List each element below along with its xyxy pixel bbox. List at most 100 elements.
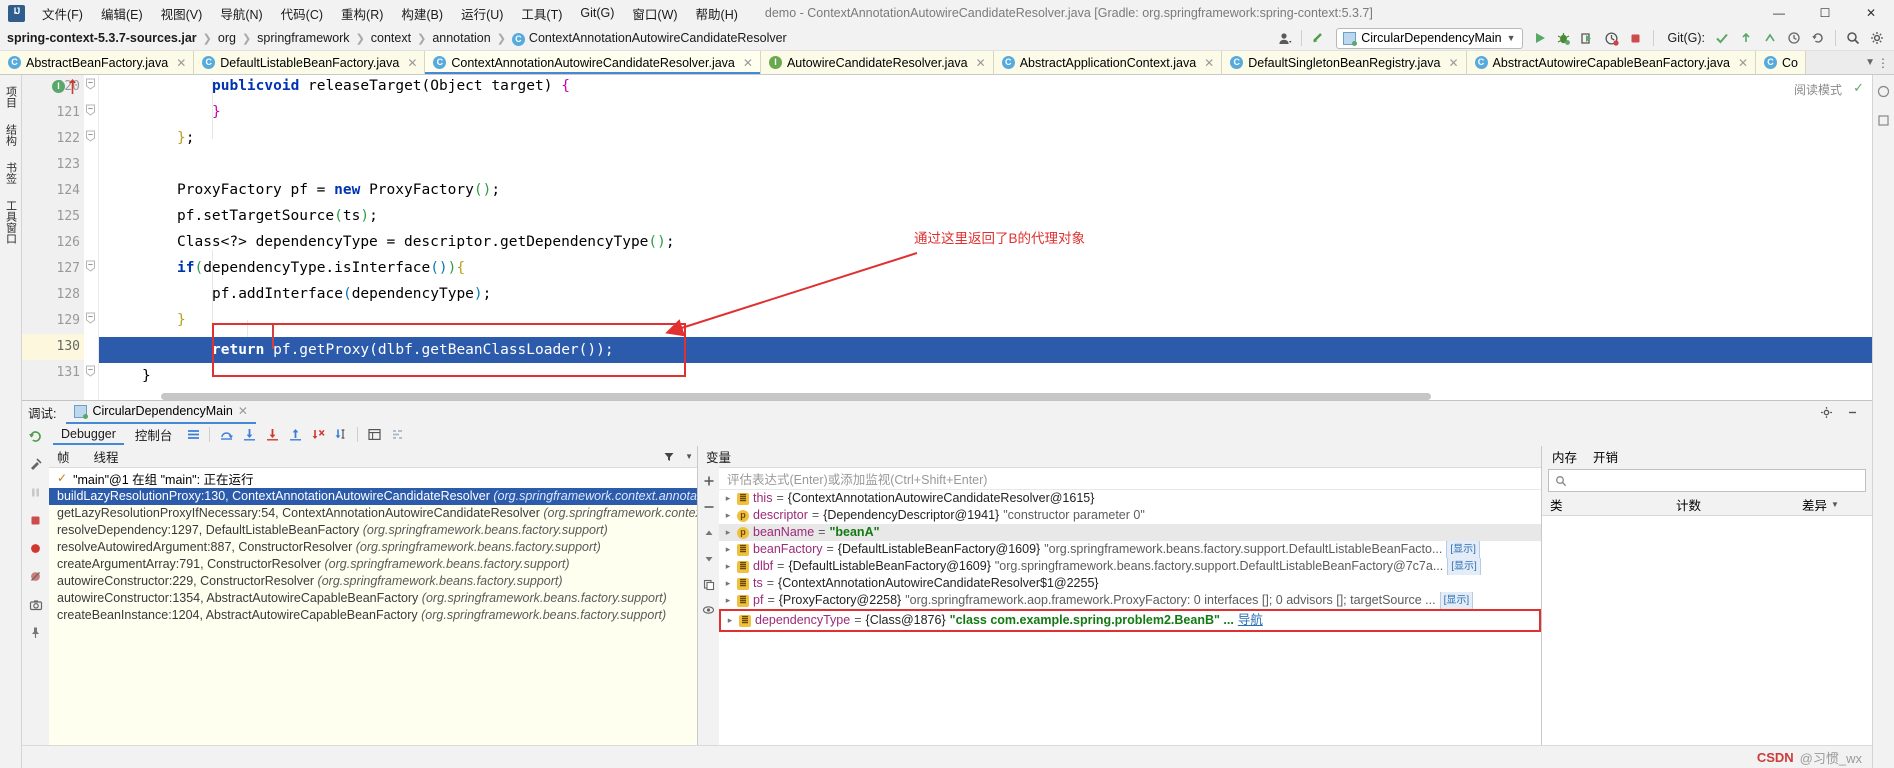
stop-icon[interactable]	[1625, 28, 1647, 48]
code-editor[interactable]: 120 121 122 123 124 125 126 127 128 129 130 131 I re…	[22, 75, 1872, 400]
breadcrumb-item-class[interactable]: C ContextAnnotationAutowireCandidateResol…	[507, 30, 792, 47]
step-over-icon[interactable]	[216, 425, 236, 444]
breadcrumb-item-context[interactable]: context	[366, 30, 416, 46]
variable-row[interactable]: ▸ p beanName = "beanA"	[719, 524, 1541, 541]
editor-tab-defaultlistablebeanfactory[interactable]: C DefaultListableBeanFactory.java ✕	[194, 51, 426, 74]
inspection-ok-icon[interactable]: ✓	[1853, 80, 1864, 96]
breadcrumb-item-springframework[interactable]: springframework	[252, 30, 354, 46]
editor-tab-contextannotationautowirecandidateresolver[interactable]: C ContextAnnotationAutowireCandidateReso…	[425, 51, 761, 74]
close-button[interactable]: ✕	[1848, 0, 1894, 26]
mute-breakpoints-icon[interactable]	[387, 425, 407, 444]
menu-file[interactable]: 文件(F)	[33, 1, 92, 26]
chevron-down-icon[interactable]: ▼	[685, 452, 693, 461]
line-number[interactable]: 121	[57, 104, 80, 122]
tab-memory[interactable]: 内存	[1552, 447, 1577, 466]
editor-tab-abstractbeanfactory[interactable]: C AbstractBeanFactory.java ✕	[0, 51, 195, 74]
sidebar-item-toolwindows[interactable]: 工具窗口	[1, 193, 21, 251]
show-more-button[interactable]: [显示]	[1439, 592, 1474, 609]
thread-status-row[interactable]: ✓ "main"@1 在组 "main": 正在运行	[49, 467, 697, 488]
remove-watch-icon[interactable]	[699, 497, 719, 516]
evaluate-icon[interactable]	[364, 425, 384, 444]
minimize-icon[interactable]	[1842, 403, 1862, 422]
add-watch-icon[interactable]	[699, 471, 719, 490]
fold-marker-icon[interactable]	[84, 312, 98, 324]
line-number[interactable]: 127	[57, 260, 80, 278]
tab-console[interactable]: 控制台	[127, 423, 181, 446]
drop-frame-icon[interactable]	[308, 425, 328, 444]
git-update-icon[interactable]	[1735, 28, 1757, 48]
menu-build[interactable]: 构建(B)	[392, 1, 452, 26]
editor-tab-abstractapplicationcontext[interactable]: C AbstractApplicationContext.java ✕	[993, 51, 1223, 74]
chevron-down-icon[interactable]: ▼	[1831, 500, 1839, 509]
editor-horizontal-scrollbar[interactable]	[161, 393, 1854, 400]
column-count[interactable]: 计数	[1668, 495, 1794, 514]
variable-row-highlighted[interactable]: ▸ ≣ dependencyType = {Class@1876} "class…	[719, 609, 1541, 632]
frames-list[interactable]: buildLazyResolutionProxy:130, ContextAnn…	[49, 488, 697, 745]
sidebar-item-bookmarks[interactable]: 书签	[1, 155, 21, 191]
history-icon[interactable]	[1783, 28, 1805, 48]
line-number[interactable]: 126	[57, 234, 80, 252]
memory-search-input[interactable]	[1548, 469, 1866, 492]
maximize-button[interactable]: ☐	[1802, 0, 1848, 26]
git-checkmark-icon[interactable]	[1711, 28, 1733, 48]
pause-icon[interactable]	[26, 483, 46, 502]
reading-mode-label[interactable]: 阅读模式	[1794, 81, 1842, 98]
step-into-icon[interactable]	[239, 425, 259, 444]
settings-icon[interactable]	[26, 455, 46, 474]
expand-chevron-icon[interactable]: ▸	[723, 575, 733, 592]
frame-row[interactable]: createArgumentArray:791, ConstructorReso…	[49, 556, 697, 573]
evaluate-expression-input[interactable]: 评估表达式(Enter)或添加监视(Ctrl+Shift+Enter)	[719, 467, 1541, 490]
expand-chevron-icon[interactable]: ▸	[723, 558, 733, 575]
menu-help[interactable]: 帮助(H)	[687, 1, 747, 26]
code-area[interactable]: return pf.getProxy(dlbf.getBeanClassLoad…	[99, 75, 1872, 400]
fold-marker-icon[interactable]	[84, 130, 98, 142]
editor-tab-defaultsingletonbeanregistry[interactable]: C DefaultSingletonBeanRegistry.java ✕	[1222, 51, 1467, 74]
line-number[interactable]: 123	[57, 156, 80, 174]
close-icon[interactable]: ✕	[407, 56, 417, 70]
breadcrumb-item-jar[interactable]: spring-context-5.3.7-sources.jar	[2, 30, 202, 46]
line-number[interactable]: 130	[57, 338, 80, 356]
gear-icon[interactable]	[1816, 403, 1836, 422]
variable-row[interactable]: ▸ ≣ pf = {ProxyFactory@2258} "org.spring…	[719, 592, 1541, 609]
profiler-icon[interactable]	[1601, 28, 1623, 48]
expand-chevron-icon[interactable]: ▸	[723, 592, 733, 609]
expand-chevron-icon[interactable]: ▸	[723, 541, 733, 558]
menu-git[interactable]: Git(G)	[571, 3, 623, 23]
line-number[interactable]: 128	[57, 286, 80, 304]
show-more-button[interactable]: [显示]	[1447, 558, 1481, 575]
variable-row[interactable]: ▸ p descriptor = {DependencyDescriptor@1…	[719, 507, 1541, 524]
sidebar-item-structure[interactable]: 结构	[1, 117, 21, 153]
menu-navigate[interactable]: 导航(N)	[211, 1, 271, 26]
close-icon[interactable]: ✕	[238, 404, 248, 418]
fold-column[interactable]	[84, 75, 99, 400]
expand-chevron-icon[interactable]: ▸	[725, 613, 735, 628]
menu-view[interactable]: 视图(V)	[152, 1, 212, 26]
memory-table-body[interactable]	[1542, 516, 1872, 745]
move-down-icon[interactable]	[699, 549, 719, 568]
filter-icon[interactable]	[659, 447, 679, 466]
show-more-button[interactable]: [显示]	[1446, 541, 1480, 558]
frame-row[interactable]: createBeanInstance:1204, AbstractAutowir…	[49, 607, 697, 624]
close-icon[interactable]: ✕	[743, 56, 753, 70]
line-number[interactable]: 131	[57, 364, 80, 382]
column-class[interactable]: 类	[1542, 495, 1668, 514]
editor-gutter[interactable]: 120 121 122 123 124 125 126 127 128 129 130 131 I	[22, 75, 84, 400]
stop-icon[interactable]	[26, 511, 46, 530]
run-icon[interactable]	[1529, 28, 1551, 48]
frame-row[interactable]: autowireConstructor:1354, AbstractAutowi…	[49, 590, 697, 607]
close-icon[interactable]: ✕	[1448, 56, 1458, 70]
line-number[interactable]: 124	[57, 182, 80, 200]
force-step-into-icon[interactable]	[262, 425, 282, 444]
pin-icon[interactable]	[26, 623, 46, 642]
copy-icon[interactable]	[699, 575, 719, 594]
menu-window[interactable]: 窗口(W)	[623, 1, 686, 26]
menu-run[interactable]: 运行(U)	[452, 1, 512, 26]
watch-eye-icon[interactable]	[699, 601, 719, 620]
line-number[interactable]: 122	[57, 130, 80, 148]
frame-row[interactable]: resolveDependency:1297, DefaultListableB…	[49, 522, 697, 539]
fold-marker-icon[interactable]	[84, 260, 98, 272]
close-icon[interactable]: ✕	[176, 56, 186, 70]
search-icon[interactable]	[1842, 28, 1864, 48]
sidebar-item-project[interactable]: 项目	[1, 79, 21, 115]
update-project-icon[interactable]	[1308, 28, 1330, 48]
